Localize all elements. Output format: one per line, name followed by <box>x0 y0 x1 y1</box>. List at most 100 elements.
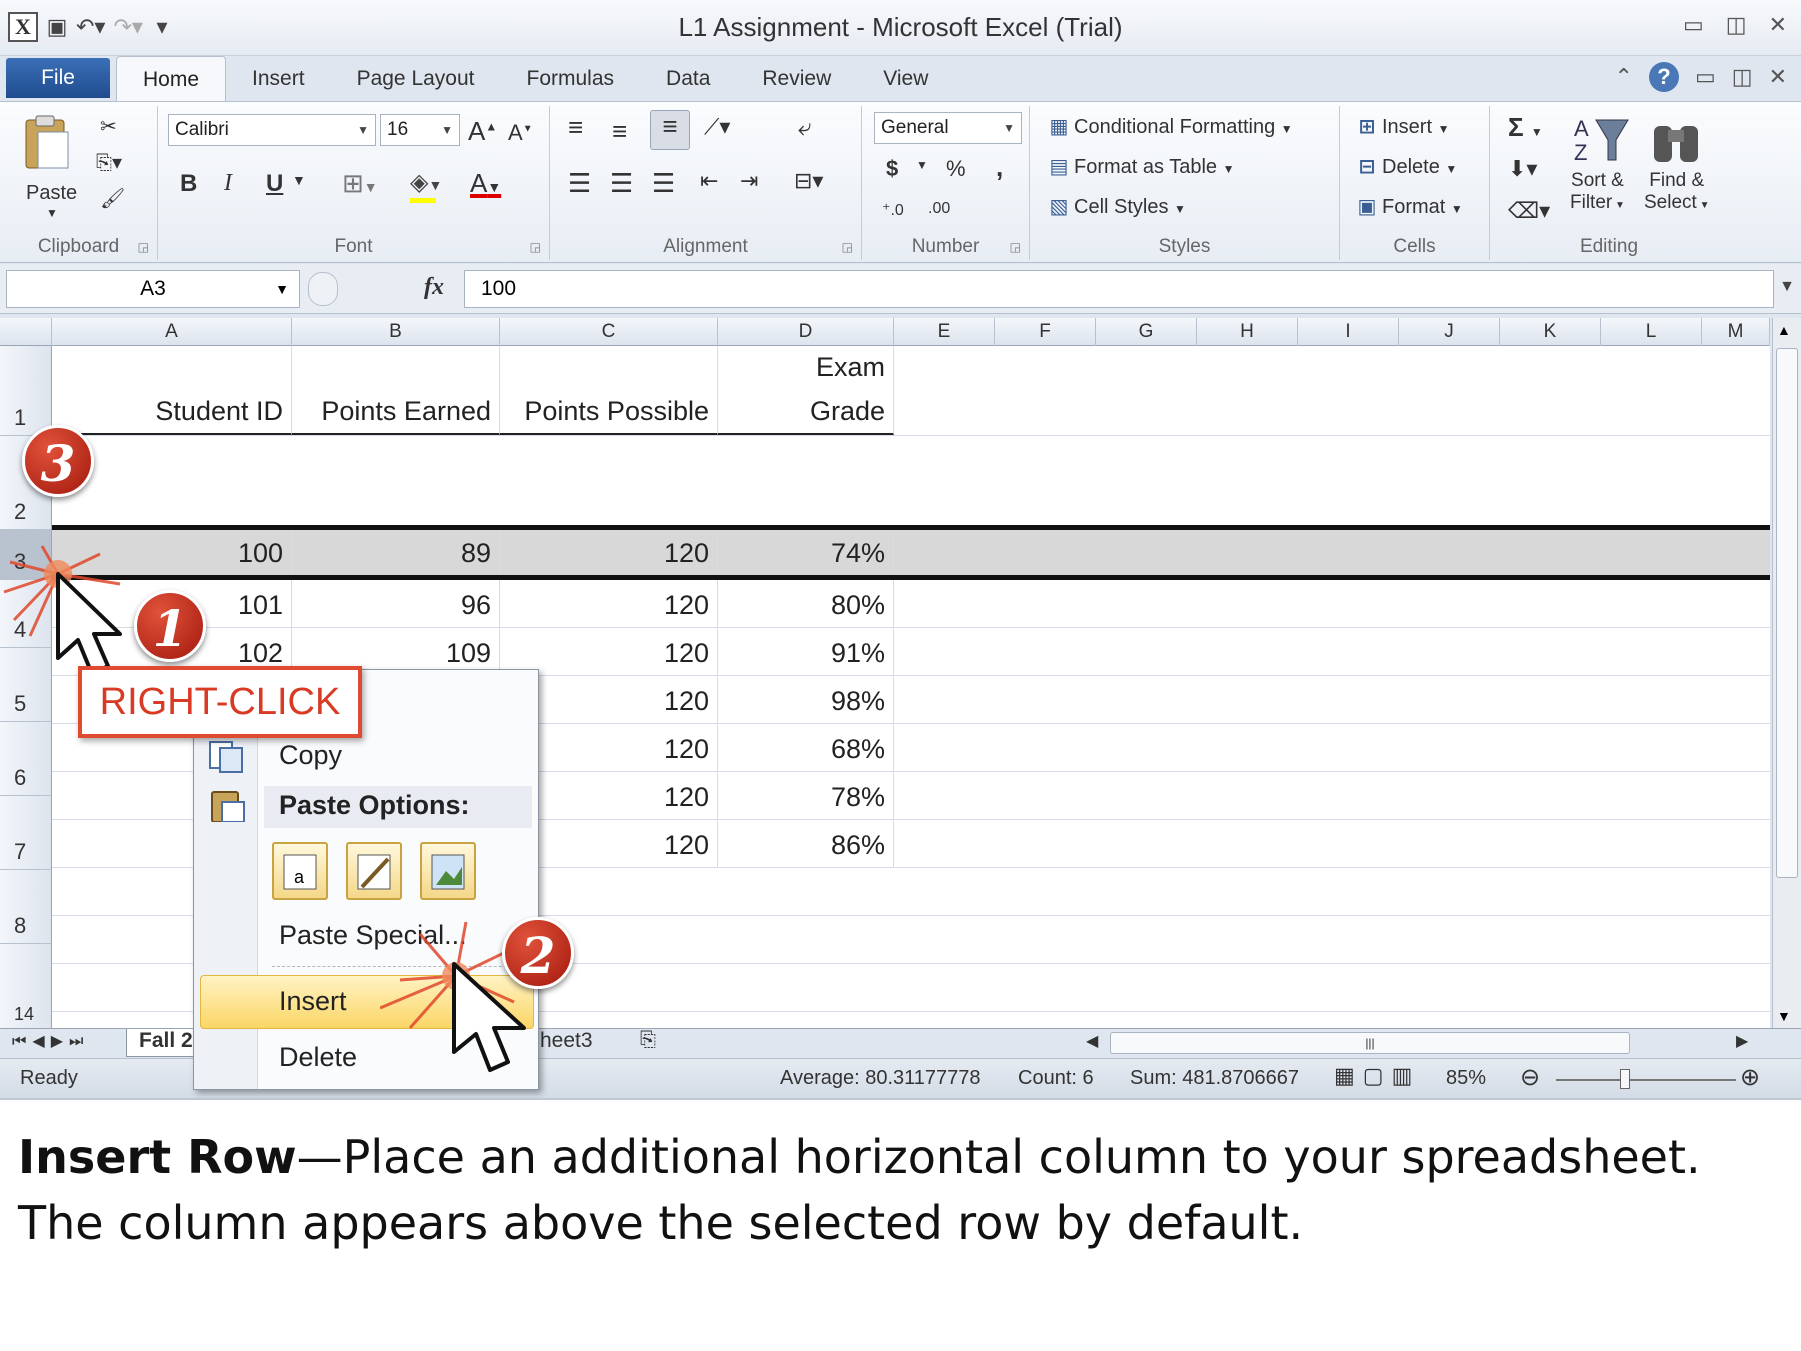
help-icon[interactable]: ? <box>1648 62 1679 92</box>
formula-input[interactable]: 100 <box>464 270 1774 308</box>
zoom-out-icon[interactable]: ⊖ <box>1520 1063 1540 1092</box>
row-header-1[interactable]: 1 <box>0 346 52 436</box>
minimize-icon[interactable]: ▭ <box>1683 12 1704 38</box>
menu-item-insert[interactable]: Insert <box>279 986 347 1017</box>
header-student-id[interactable]: Student ID <box>52 346 292 435</box>
percent-button[interactable]: % <box>946 156 966 182</box>
italic-button[interactable]: I <box>224 170 232 197</box>
paste-picture-button[interactable] <box>420 842 476 900</box>
header-exam-grade[interactable]: Exam Grade <box>718 346 894 435</box>
orientation-icon[interactable]: ⟋▾ <box>704 114 730 140</box>
row-header-6[interactable]: 6 <box>0 722 52 796</box>
row-header-14[interactable]: 14 <box>0 944 52 1030</box>
grow-font-icon[interactable]: A▲ <box>468 116 497 147</box>
column-header-c[interactable]: C <box>500 318 718 346</box>
alignment-launcher-icon[interactable]: ◲ <box>842 240 853 254</box>
align-bottom-icon[interactable]: ≡ <box>650 110 690 150</box>
cell-c3[interactable]: 120 <box>500 530 718 575</box>
cell-d9[interactable]: 86% <box>718 820 894 867</box>
tab-view[interactable]: View <box>857 56 954 102</box>
align-center-icon[interactable]: ☰ <box>610 168 633 199</box>
column-header-m[interactable]: M <box>1702 318 1770 346</box>
menu-item-copy[interactable]: Copy <box>279 740 342 771</box>
minimize-ribbon-icon[interactable]: ⌃ <box>1615 64 1633 90</box>
tab-file[interactable]: File <box>6 58 110 98</box>
vertical-scrollbar[interactable]: ▲ ▼ <box>1772 318 1801 1028</box>
scroll-up-icon[interactable]: ▲ <box>1777 322 1791 338</box>
column-header-a[interactable]: A <box>52 318 292 346</box>
scroll-down-icon[interactable]: ▼ <box>1777 1008 1791 1024</box>
sheet-nav-icons[interactable]: ⏮◀▶⏭ <box>12 1031 89 1051</box>
close-icon[interactable]: ✕ <box>1769 12 1787 38</box>
column-header-d[interactable]: D <box>718 318 894 346</box>
paste-icon[interactable] <box>22 114 72 172</box>
sort-filter-icon[interactable]: A Z <box>1572 112 1632 166</box>
font-size-combo[interactable]: 16 ▼ <box>380 114 460 146</box>
cell-c4[interactable]: 120 <box>500 580 718 627</box>
column-header-b[interactable]: B <box>292 318 500 346</box>
delete-cells-button[interactable]: ⊟ Delete ▼ <box>1352 154 1458 180</box>
clear-icon[interactable]: ⌫▾ <box>1508 198 1550 224</box>
merge-center-icon[interactable]: ⊟▾ <box>794 168 823 194</box>
currency-dropdown-icon[interactable]: ▼ <box>916 158 928 172</box>
column-header-l[interactable]: L <box>1601 318 1702 346</box>
cell-b3[interactable]: 89 <box>292 530 500 575</box>
scroll-left-icon[interactable]: ◀ <box>1086 1031 1098 1051</box>
decrease-indent-icon[interactable]: ⇤ <box>700 168 718 194</box>
align-right-icon[interactable]: ☰ <box>652 168 675 199</box>
fill-icon[interactable]: ⬇▾ <box>1508 156 1537 182</box>
zoom-level[interactable]: 85% <box>1446 1067 1486 1090</box>
row-header-7[interactable]: 7 <box>0 796 52 870</box>
paste-button[interactable]: Paste <box>26 182 77 205</box>
sort-filter-button[interactable]: Sort & Filter ▼ <box>1570 170 1625 217</box>
maximize-icon[interactable]: ◫ <box>1726 12 1747 38</box>
name-box[interactable]: A3 ▼ <box>6 270 300 308</box>
horizontal-scroll-thumb[interactable]: ||| <box>1110 1032 1630 1054</box>
font-color-icon[interactable]: A▼ <box>470 168 501 199</box>
column-header-j[interactable]: J <box>1399 318 1500 346</box>
tab-formulas[interactable]: Formulas <box>501 56 641 102</box>
format-as-table-button[interactable]: ▤ Format as Table ▼ <box>1044 154 1235 180</box>
zoom-slider-handle[interactable] <box>1620 1069 1630 1089</box>
header-points-earned[interactable]: Points Earned <box>292 346 500 435</box>
doc-minimize-icon[interactable]: ▭ <box>1695 64 1716 90</box>
binoculars-icon[interactable] <box>1648 112 1704 166</box>
conditional-formatting-button[interactable]: ▦ Conditional Formatting ▼ <box>1044 114 1293 140</box>
decrease-decimal-icon[interactable]: .00 <box>928 200 950 218</box>
column-header-f[interactable]: F <box>995 318 1096 346</box>
increase-decimal-icon[interactable]: ⁺.0 <box>882 200 904 220</box>
sheet-tab-sheet3[interactable]: heet3 <box>540 1029 593 1057</box>
insert-sheet-icon[interactable]: ⎘ <box>640 1029 656 1052</box>
tab-page-layout[interactable]: Page Layout <box>331 56 501 102</box>
comma-button[interactable]: , <box>996 152 1003 183</box>
zoom-in-icon[interactable]: ⊕ <box>1740 1063 1760 1092</box>
underline-dropdown-icon[interactable]: ▼ <box>292 172 306 188</box>
cell-d5[interactable]: 91% <box>718 628 894 675</box>
autosum-button[interactable]: Σ ▼ <box>1508 112 1543 143</box>
formula-bar-handle[interactable] <box>308 272 338 306</box>
doc-close-icon[interactable]: ✕ <box>1769 64 1787 90</box>
borders-icon[interactable]: ⊞▼ <box>342 168 378 199</box>
cell-c5[interactable]: 120 <box>500 628 718 675</box>
align-middle-icon[interactable]: ≡ <box>612 116 627 147</box>
cell-d6[interactable]: 98% <box>718 676 894 723</box>
cell-b4[interactable]: 96 <box>292 580 500 627</box>
paste-keep-source-button[interactable]: a <box>272 842 328 900</box>
column-header-g[interactable]: G <box>1096 318 1197 346</box>
cell-styles-button[interactable]: ▧ Cell Styles ▼ <box>1044 194 1186 220</box>
find-select-button[interactable]: Find & Select ▼ <box>1644 170 1710 217</box>
number-launcher-icon[interactable]: ◲ <box>1010 240 1021 254</box>
column-header-h[interactable]: H <box>1197 318 1298 346</box>
zoom-slider[interactable] <box>1556 1079 1736 1081</box>
currency-button[interactable]: $ <box>886 156 898 182</box>
scroll-right-icon[interactable]: ▶ <box>1736 1031 1748 1051</box>
vertical-scroll-thumb[interactable] <box>1776 348 1798 878</box>
view-buttons-icons[interactable]: ▦▢▥ <box>1334 1063 1420 1089</box>
align-left-icon[interactable]: ☰ <box>568 168 591 199</box>
font-name-combo[interactable]: Calibri ▼ <box>168 114 376 146</box>
cut-icon[interactable]: ✂ <box>100 114 117 139</box>
tab-home[interactable]: Home <box>116 56 227 102</box>
wrap-text-icon[interactable]: ⤶ <box>798 114 811 142</box>
cell-d3[interactable]: 74% <box>718 530 894 575</box>
column-header-k[interactable]: K <box>1500 318 1601 346</box>
